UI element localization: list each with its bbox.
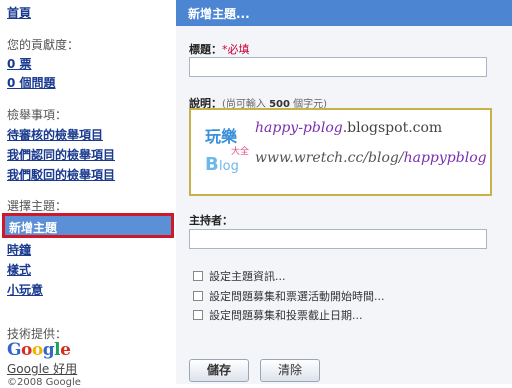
google-friends-link[interactable]: Google 好用 [7, 360, 77, 377]
panel-title: 新增主題... [188, 7, 250, 21]
host-input[interactable] [189, 229, 487, 249]
svg-text:log: log [219, 159, 239, 174]
questions-link[interactable]: 0 個問題 [7, 74, 56, 91]
topic-gadget-link[interactable]: 小玩意 [7, 281, 43, 298]
blog-url-1-plain: .blogspot.com [342, 120, 443, 136]
host-field-label: 主持者： [189, 214, 233, 227]
blog-logo-image: 玩樂 大全 B log [205, 124, 251, 175]
deadline-checkbox[interactable] [193, 310, 203, 320]
svg-text:玩樂: 玩樂 [205, 127, 238, 146]
checkbox-row-topic-info[interactable]: 設定主題資訊... [193, 268, 286, 284]
blog-url-2-plain: www.wretch.cc/blog/ [255, 150, 404, 166]
title-field-label: 標題：*必填 [189, 41, 250, 57]
google-logo: Google [7, 340, 71, 360]
report-label: 檢舉事項： [7, 108, 68, 122]
blog-url-1-italic: happy-pblog [255, 120, 343, 136]
blog-url-line-1: happy-pblog.blogspot.com [255, 120, 442, 136]
deadline-label: 設定問題募集和投票截止日期... [209, 309, 363, 322]
start-time-label: 設定問題募集和票選活動開始時間... [209, 290, 385, 303]
topic-clock-link[interactable]: 時鐘 [7, 241, 31, 258]
report-rejected-link[interactable]: 我們駁回的檢舉項目 [7, 166, 115, 183]
votes-link[interactable]: 0 票 [7, 55, 32, 72]
title-input[interactable] [189, 57, 487, 77]
sidebar-item-new-topic[interactable]: 新增主題 [2, 213, 174, 238]
contribution-label: 您的貢獻度： [7, 38, 80, 52]
checkbox-row-start-time[interactable]: 設定問題募集和票選活動開始時間... [193, 288, 385, 304]
sidebar-item-new-topic-label: 新增主題 [9, 221, 58, 235]
start-time-checkbox[interactable] [193, 291, 203, 301]
choose-topic-label: 選擇主題： [7, 199, 68, 213]
report-confirmed-link[interactable]: 我們認同的檢舉項目 [7, 146, 115, 163]
sidebar-home-link[interactable]: 首頁 [7, 4, 31, 21]
sidebar: 首頁 您的貢獻度： 0 票 0 個問題 檢舉事項： 待審核的檢舉項目 我們認同的… [0, 0, 176, 388]
copyright-text: ©2008 Google [7, 377, 81, 388]
description-textarea[interactable]: 玩樂 大全 B log happy-pblog.blogspot.com www… [189, 108, 492, 196]
checkbox-row-deadline[interactable]: 設定問題募集和投票截止日期... [193, 307, 363, 323]
blog-url-line-2: www.wretch.cc/blog/happypblog [255, 150, 487, 166]
save-button[interactable]: 儲存 [189, 359, 249, 382]
report-pending-link[interactable]: 待審核的檢舉項目 [7, 126, 103, 143]
main-panel: 新增主題... 標題：*必填 說明：(尚可輸入 500 個字元) 玩樂 大全 B… [176, 0, 512, 384]
topic-info-label: 設定主題資訊... [209, 270, 286, 283]
panel-titlebar: 新增主題... [176, 0, 512, 26]
blog-url-2-italic: happypblog [403, 150, 487, 166]
required-marker: *必填 [222, 43, 250, 56]
title-label-text: 標題： [189, 43, 222, 56]
clear-button[interactable]: 清除 [260, 359, 320, 382]
topic-info-checkbox[interactable] [193, 271, 203, 281]
svg-text:B: B [205, 154, 219, 174]
topic-style-link[interactable]: 樣式 [7, 261, 31, 278]
svg-text:大全: 大全 [231, 145, 249, 157]
